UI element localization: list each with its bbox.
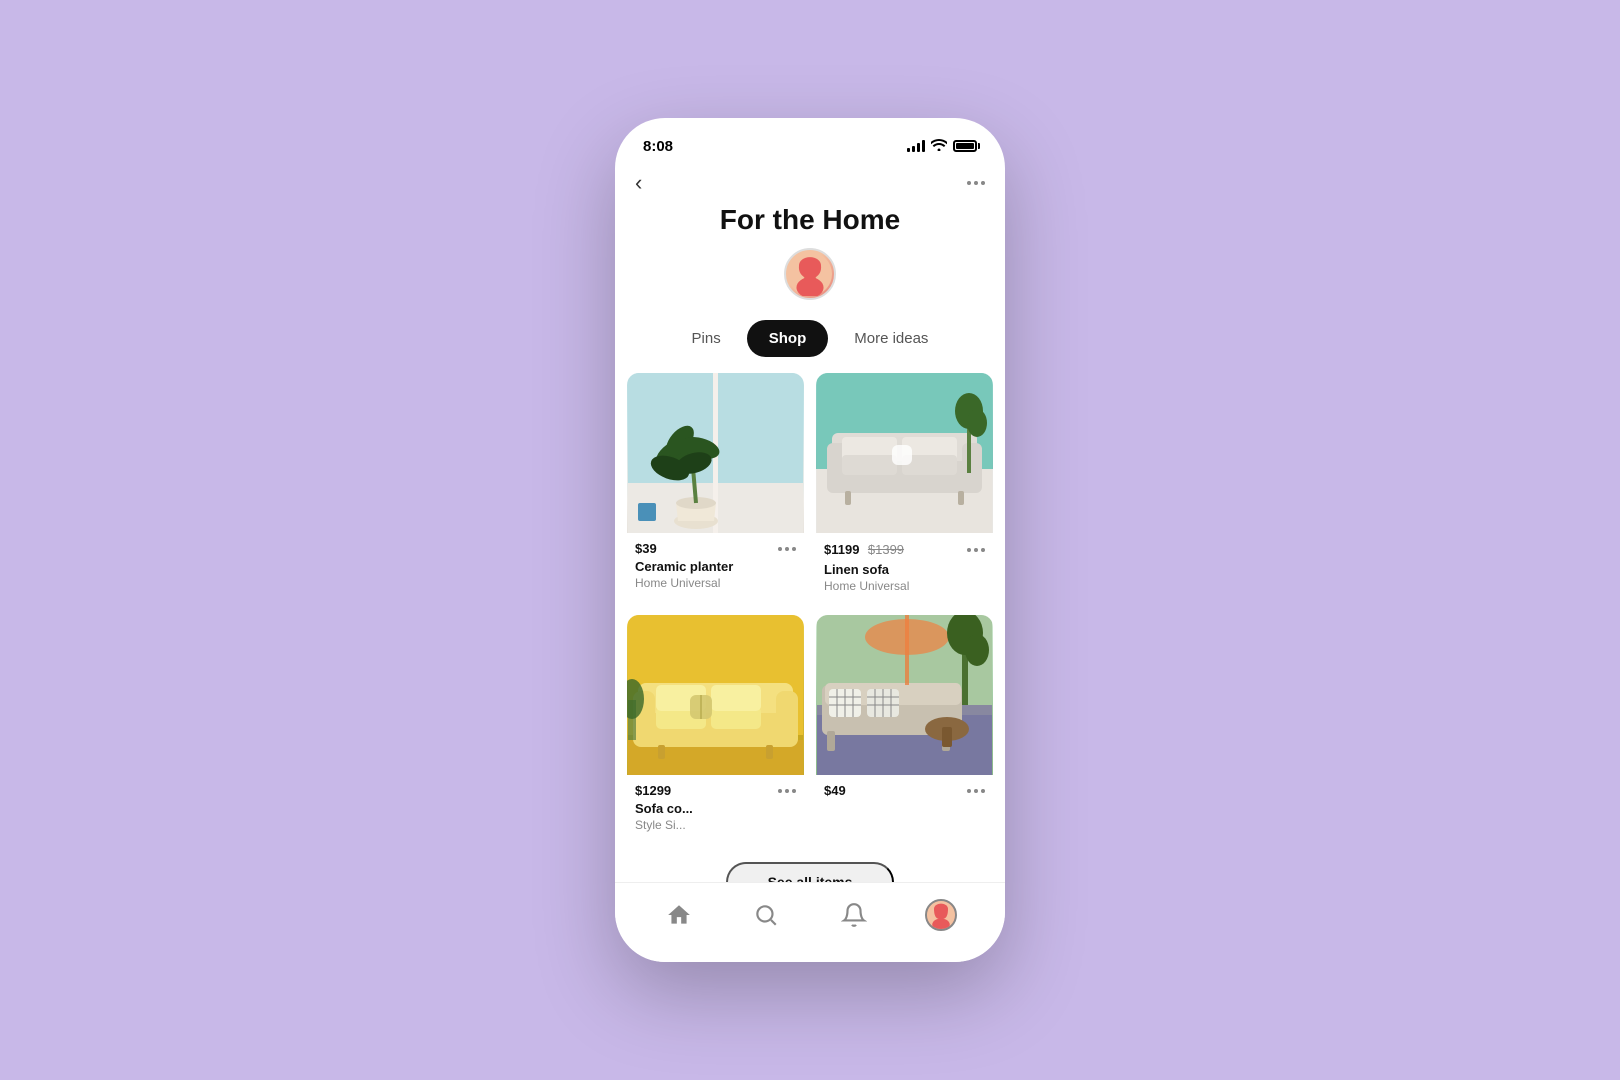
pin-card-linen-sofa[interactable]: $1199 $1399 Linen sofa Home Universal — [816, 373, 993, 603]
tab-pins[interactable]: Pins — [670, 320, 743, 357]
pin-image-plant — [627, 373, 804, 533]
signal-bars-icon — [907, 140, 925, 152]
pin-price: $39 — [635, 541, 657, 556]
pin-name: Ceramic planter — [635, 559, 796, 574]
pin-card-ceramic-planter[interactable]: $39 Ceramic planter Home Universal — [627, 373, 804, 603]
nav-home[interactable] — [635, 902, 723, 928]
pin-price: $49 — [824, 783, 846, 798]
pin-info-sofa-couch: $1299 Sofa co... Style Si... — [627, 775, 804, 842]
status-bar: 8:08 — [615, 118, 1005, 162]
pin-info-ceramic-planter: $39 Ceramic planter Home Universal — [627, 533, 804, 600]
more-options-button[interactable] — [967, 181, 985, 185]
see-all-button[interactable]: See all items — [726, 862, 895, 882]
pin-image-yellow-sofa — [627, 615, 804, 775]
nav-search[interactable] — [723, 902, 811, 928]
pin-more-button[interactable] — [967, 548, 985, 552]
pin-more-button[interactable] — [778, 789, 796, 793]
nav-profile[interactable] — [898, 899, 986, 931]
pin-price-original: $1399 — [868, 542, 904, 557]
pin-price: $1299 — [635, 783, 671, 798]
pins-grid: $39 Ceramic planter Home Universal — [615, 373, 1005, 854]
board-title: For the Home — [720, 204, 900, 236]
back-button[interactable]: ‹ — [635, 170, 642, 196]
tabs: Pins Shop More ideas — [615, 316, 1005, 373]
pin-store: Style Si... — [635, 818, 796, 832]
nav-notifications[interactable] — [810, 902, 898, 928]
pin-store: Home Universal — [635, 576, 796, 590]
pin-store: Home Universal — [824, 579, 985, 593]
tab-shop[interactable]: Shop — [747, 320, 829, 357]
wifi-icon — [931, 138, 947, 154]
bell-icon — [841, 902, 867, 928]
see-all-bar: See all items — [615, 854, 1005, 882]
avatar[interactable] — [784, 248, 836, 300]
pin-image-sofa — [816, 373, 993, 533]
board-header: For the Home — [615, 200, 1005, 316]
pin-image-outdoor — [816, 615, 993, 775]
phone-frame: 8:08 ‹ — [615, 118, 1005, 962]
content-area: ‹ For the Home — [615, 162, 1005, 882]
status-time: 8:08 — [643, 138, 673, 155]
pin-more-button[interactable] — [967, 789, 985, 793]
pin-card-outdoor[interactable]: $49 — [816, 615, 993, 842]
pin-info-linen-sofa: $1199 $1399 Linen sofa Home Universal — [816, 533, 993, 603]
pin-price: $1199 — [824, 542, 859, 557]
status-icons — [907, 138, 977, 154]
pin-info-outdoor: $49 — [816, 775, 993, 811]
pin-more-button[interactable] — [778, 547, 796, 551]
pin-name: Sofa co... — [635, 801, 796, 816]
tab-more-ideas[interactable]: More ideas — [832, 320, 950, 357]
pin-card-sofa-couch[interactable]: $1299 Sofa co... Style Si... — [627, 615, 804, 842]
home-icon — [666, 902, 692, 928]
top-nav: ‹ — [615, 162, 1005, 200]
pin-name: Linen sofa — [824, 562, 985, 577]
search-icon — [753, 902, 779, 928]
profile-avatar — [925, 899, 957, 931]
battery-icon — [953, 140, 977, 152]
bottom-nav — [615, 882, 1005, 962]
